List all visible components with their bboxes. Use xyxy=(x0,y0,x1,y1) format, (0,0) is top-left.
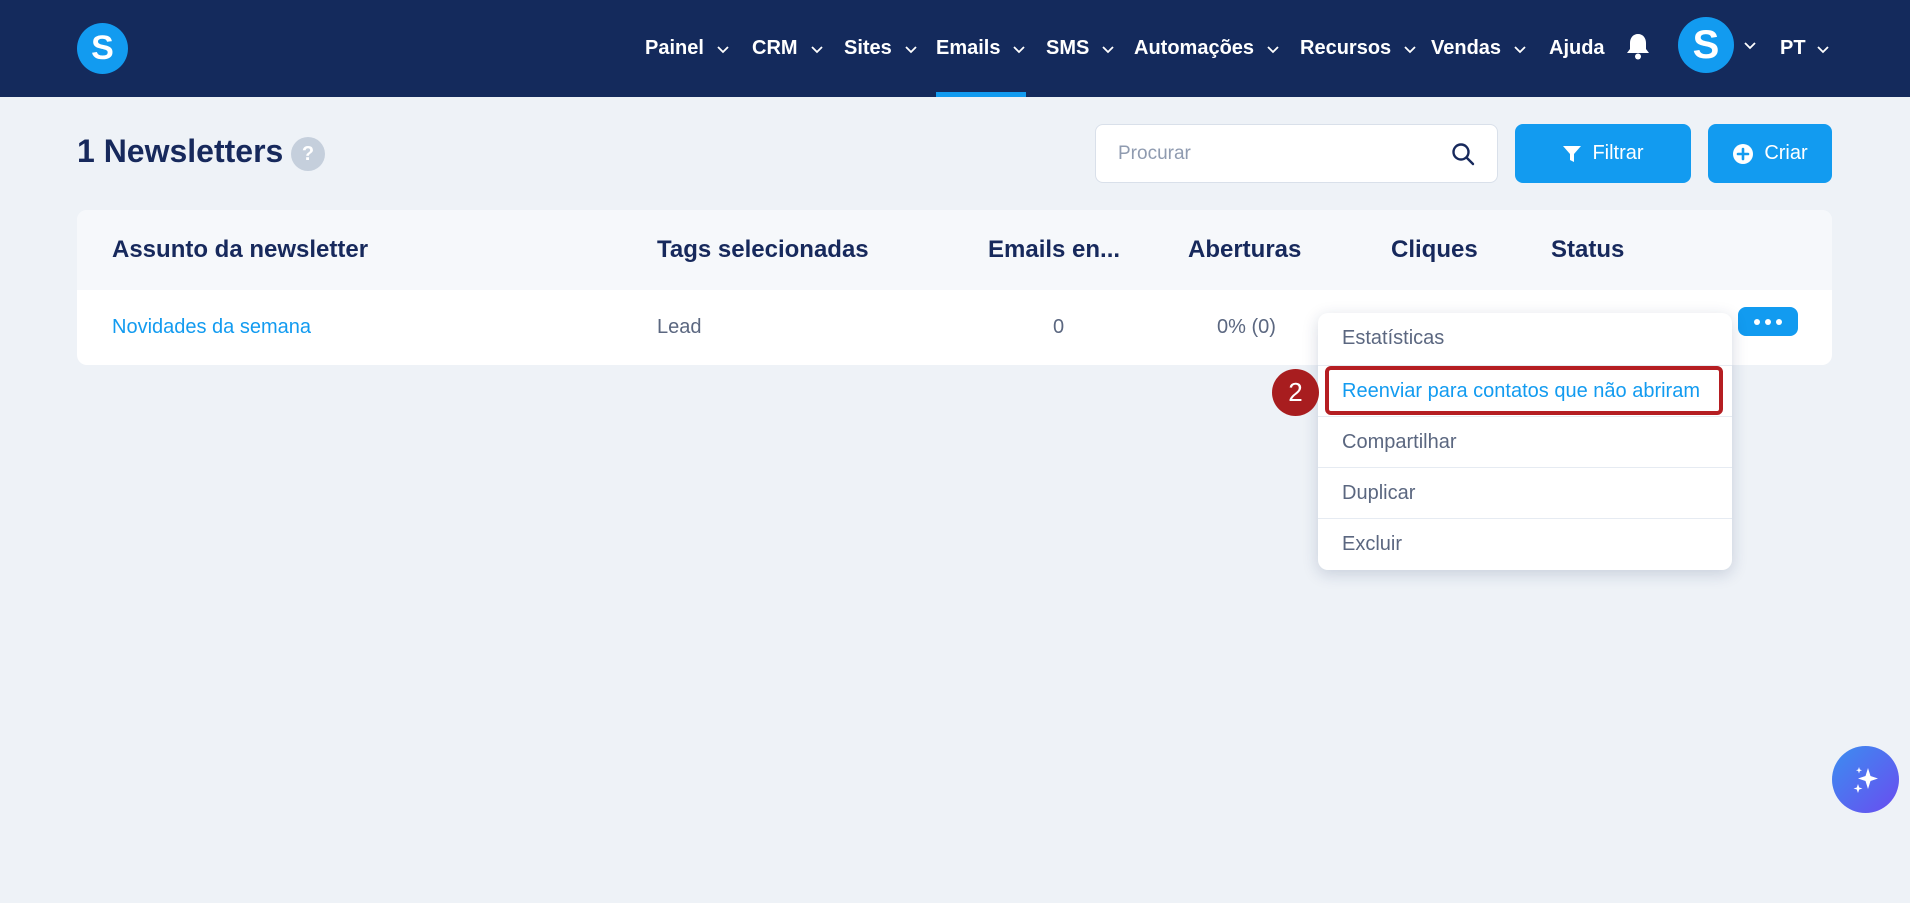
opens-cell: 0% (0) xyxy=(1217,316,1276,338)
annotation-step-badge: 2 xyxy=(1272,369,1319,416)
menu-item-statistics[interactable]: Estatísticas xyxy=(1318,313,1732,364)
chevron-down-icon xyxy=(1816,45,1829,53)
dot xyxy=(1765,318,1771,325)
nav-sites[interactable]: Sites xyxy=(844,0,918,97)
nav-label: Painel xyxy=(645,37,704,59)
nav-label: SMS xyxy=(1046,37,1090,59)
column-header-emails[interactable]: Emails en... xyxy=(988,210,1120,290)
newsletter-count: 1 xyxy=(77,133,95,169)
nav-vendas[interactable]: Vendas xyxy=(1431,0,1527,97)
table-header: Assunto da newsletter Tags selecionadas … xyxy=(77,210,1832,290)
main-nav: Painel CRM Sites Emails SMS Automações R… xyxy=(0,0,1910,97)
chevron-down-icon xyxy=(1404,45,1416,53)
column-header-tags[interactable]: Tags selecionadas xyxy=(657,210,869,290)
nav-label: CRM xyxy=(752,37,798,59)
search-icon[interactable] xyxy=(1451,142,1475,166)
nav-label: Sites xyxy=(844,37,892,59)
tags-cell: Lead xyxy=(657,316,702,338)
nav-label: Emails xyxy=(936,37,1001,59)
menu-item-share[interactable]: Compartilhar xyxy=(1318,416,1732,467)
page-title-text: Newsletters xyxy=(103,133,284,169)
column-header-clicks[interactable]: Cliques xyxy=(1391,210,1478,290)
chevron-down-icon[interactable] xyxy=(1743,38,1757,52)
emails-sent-cell: 0 xyxy=(1053,316,1065,338)
dot xyxy=(1754,318,1760,325)
bell-icon[interactable] xyxy=(1625,32,1651,60)
help-icon[interactable]: ? xyxy=(291,137,325,171)
chevron-down-icon xyxy=(1267,45,1279,53)
newsletter-subject-link[interactable]: Novidades da semana xyxy=(112,290,311,365)
row-actions-menu: Estatísticas Reenviar para contatos que … xyxy=(1318,313,1732,570)
nav-automacoes[interactable]: Automações xyxy=(1134,0,1280,97)
menu-item-duplicate[interactable]: Duplicar xyxy=(1318,467,1732,518)
create-button-label: Criar xyxy=(1764,142,1808,164)
nav-label: Vendas xyxy=(1431,37,1502,59)
filter-button-label: Filtrar xyxy=(1592,142,1644,164)
top-navbar: S Painel CRM Sites Emails SMS Automações… xyxy=(0,0,1910,97)
nav-label: Recursos xyxy=(1300,37,1392,59)
search-input[interactable] xyxy=(1118,125,1438,182)
chevron-down-icon xyxy=(905,45,917,53)
page-title: 1 Newsletters xyxy=(77,133,283,170)
user-avatar[interactable]: S xyxy=(1678,17,1734,73)
filter-icon xyxy=(1563,145,1582,162)
chevron-down-icon xyxy=(1102,45,1114,53)
nav-label: Automações xyxy=(1134,37,1255,59)
column-header-status[interactable]: Status xyxy=(1551,210,1624,290)
create-button[interactable]: Criar xyxy=(1708,124,1832,183)
column-header-opens[interactable]: Aberturas xyxy=(1188,210,1301,290)
nav-label: Ajuda xyxy=(1549,37,1605,59)
nav-crm[interactable]: CRM xyxy=(752,0,824,97)
menu-item-delete[interactable]: Excluir xyxy=(1318,518,1732,569)
dot xyxy=(1776,318,1782,325)
sparkle-icon xyxy=(1853,766,1878,793)
chevron-down-icon xyxy=(1013,45,1026,53)
nav-ajuda[interactable]: Ajuda xyxy=(1549,0,1605,97)
more-actions-button[interactable] xyxy=(1738,307,1798,336)
search-box xyxy=(1095,124,1498,183)
chevron-down-icon xyxy=(1514,45,1526,53)
plus-circle-icon xyxy=(1733,143,1754,164)
language-selector[interactable]: PT xyxy=(1780,0,1830,97)
ai-assistant-button[interactable] xyxy=(1832,746,1899,813)
nav-emails[interactable]: Emails xyxy=(936,0,1027,97)
filter-button[interactable]: Filtrar xyxy=(1515,124,1691,183)
chevron-down-icon xyxy=(810,45,823,53)
language-label: PT xyxy=(1780,37,1806,59)
chevron-down-icon xyxy=(717,45,729,53)
menu-item-resend-unopened[interactable]: Reenviar para contatos que não abriram xyxy=(1318,365,1732,416)
nav-recursos[interactable]: Recursos xyxy=(1300,0,1417,97)
nav-painel[interactable]: Painel xyxy=(645,0,730,97)
column-header-subject[interactable]: Assunto da newsletter xyxy=(112,210,368,290)
nav-sms[interactable]: SMS xyxy=(1046,0,1115,97)
